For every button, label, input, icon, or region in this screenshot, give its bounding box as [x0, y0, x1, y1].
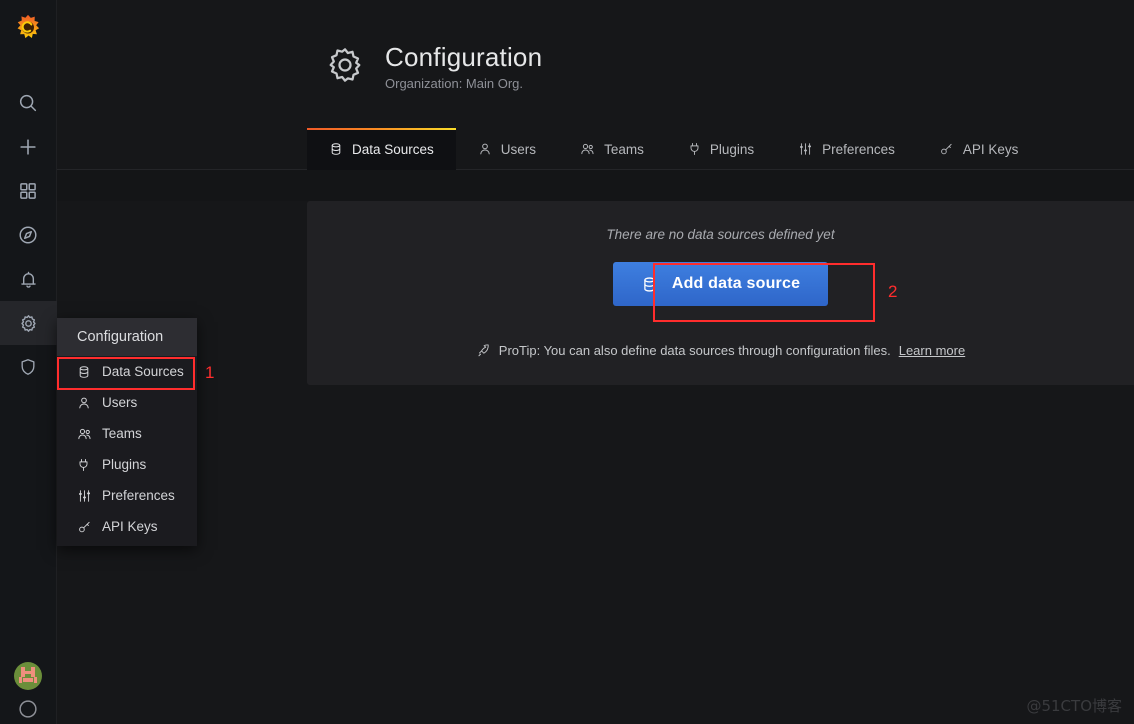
- user-icon: [478, 142, 492, 156]
- sliders-icon: [798, 142, 813, 156]
- sidebar-item-configuration[interactable]: [0, 301, 57, 345]
- data-sources-empty-panel: There are no data sources defined yet Ad…: [307, 201, 1134, 385]
- tab-users[interactable]: Users: [456, 128, 558, 170]
- tab-label: Teams: [604, 141, 644, 157]
- flyout-item-label: Data Sources: [102, 364, 184, 379]
- grafana-logo[interactable]: [0, 0, 57, 55]
- gear-icon: [20, 314, 36, 332]
- flyout-item-teams[interactable]: Teams: [57, 418, 197, 449]
- key-icon: [939, 142, 954, 156]
- search-icon[interactable]: [0, 81, 57, 125]
- add-button-row: Add data source: [307, 262, 1134, 306]
- configuration-flyout-menu: Configuration Data Sources Users Teams P…: [57, 318, 197, 546]
- tab-data-sources[interactable]: Data Sources: [307, 128, 456, 170]
- flyout-header: Configuration: [57, 318, 197, 356]
- flyout-item-api-keys[interactable]: API Keys: [57, 511, 197, 546]
- flyout-item-data-sources[interactable]: Data Sources: [57, 356, 197, 387]
- protip-text: ProTip: You can also define data sources…: [498, 343, 891, 358]
- tab-preferences[interactable]: Preferences: [776, 128, 917, 170]
- annotation-number-2: 2: [888, 282, 898, 301]
- tab-label: Preferences: [822, 141, 895, 157]
- tab-plugins[interactable]: Plugins: [666, 128, 776, 170]
- user-icon: [77, 396, 92, 410]
- users-icon: [580, 142, 595, 156]
- tab-label: Users: [500, 141, 537, 157]
- tab-label: Data Sources: [352, 141, 434, 157]
- flyout-item-label: Preferences: [102, 488, 175, 503]
- dashboards-icon[interactable]: [0, 169, 57, 213]
- tab-bar: Data Sources Users Teams Plugins Prefere…: [57, 128, 1134, 170]
- sidebar-bottom-group: [0, 662, 57, 724]
- tab-api-keys[interactable]: API Keys: [917, 128, 1041, 170]
- flyout-item-label: Plugins: [102, 457, 147, 472]
- main-sidebar: [0, 0, 57, 724]
- annotation-number-1: 1: [205, 363, 215, 382]
- flyout-item-preferences[interactable]: Preferences: [57, 480, 197, 511]
- page-title-group: Configuration Organization: Main Org.: [385, 42, 542, 91]
- plus-icon[interactable]: [0, 125, 57, 169]
- flyout-item-plugins[interactable]: Plugins: [57, 449, 197, 480]
- database-icon: [329, 142, 343, 156]
- database-icon: [641, 276, 658, 293]
- watermark: @51CTO博客: [1026, 697, 1122, 715]
- protip-row: ProTip: You can also define data sources…: [307, 343, 1134, 358]
- page-header: Configuration Organization: Main Org.: [57, 0, 1134, 128]
- page-header-content: Configuration Organization: Main Org.: [325, 42, 542, 91]
- gear-icon: [325, 45, 365, 90]
- compass-icon[interactable]: [0, 213, 57, 257]
- rocket-icon: [476, 343, 491, 358]
- plug-icon: [77, 458, 92, 472]
- users-icon: [77, 427, 92, 441]
- help-icon[interactable]: [0, 698, 57, 724]
- flyout-item-users[interactable]: Users: [57, 387, 197, 418]
- flyout-item-label: Users: [102, 395, 138, 410]
- page-title: Configuration: [385, 42, 543, 72]
- sliders-icon: [77, 489, 92, 503]
- content-top-strip: [57, 170, 1134, 201]
- shield-icon[interactable]: [0, 345, 57, 389]
- flyout-item-label: Teams: [102, 426, 142, 441]
- database-icon: [77, 365, 92, 379]
- tab-label: Plugins: [709, 141, 755, 157]
- tab-teams[interactable]: Teams: [558, 128, 666, 170]
- page-subtitle: Organization: Main Org.: [385, 76, 524, 91]
- add-data-source-label: Add data source: [671, 275, 801, 292]
- empty-state-message: There are no data sources defined yet: [606, 227, 835, 242]
- avatar[interactable]: [14, 662, 42, 690]
- plug-icon: [688, 142, 701, 156]
- key-icon: [77, 520, 92, 534]
- add-data-source-button[interactable]: Add data source: [612, 262, 829, 306]
- learn-more-link[interactable]: Learn more: [899, 343, 965, 358]
- tab-label: API Keys: [962, 141, 1019, 157]
- bell-icon[interactable]: [0, 257, 57, 301]
- flyout-item-label: API Keys: [102, 519, 158, 534]
